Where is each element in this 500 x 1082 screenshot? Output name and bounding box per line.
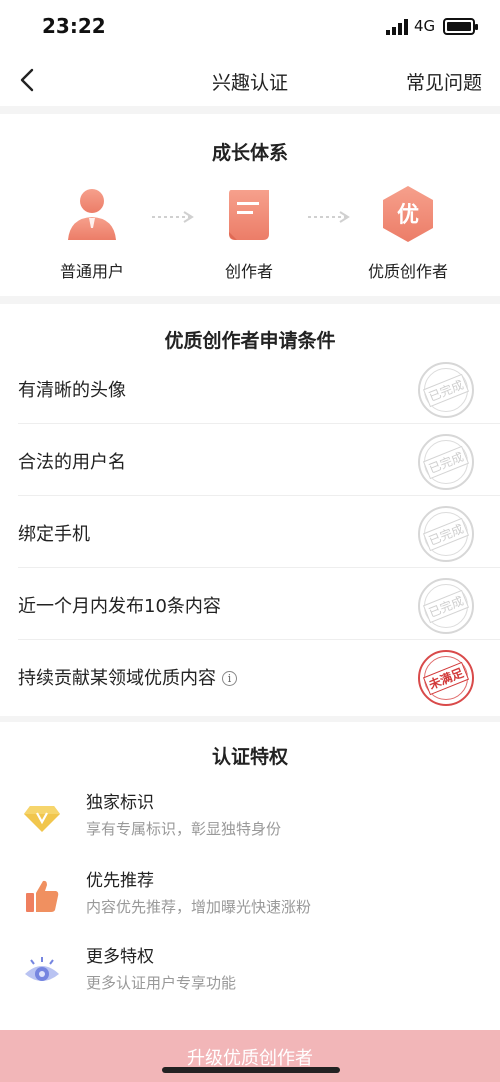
step-quality-creator: 优 优质创作者 [348,184,468,282]
growth-system-card: 成长体系 普通用户 创作者 优 优质创作者 [0,114,500,296]
privileges-title: 认证特权 [211,746,288,768]
privilege-name: 优先推荐 [86,871,154,891]
completed-stamp: 已完成 [418,362,474,418]
privilege-desc: 享有专属标识，彰显独特身份 [86,820,282,838]
completed-stamp: 已完成 [418,434,474,490]
hexagon-badge-icon: 优 [383,186,433,242]
step-label: 普通用户 [59,262,124,281]
condition-text: 持续贡献某领域优质内容 [18,668,216,689]
home-indicator [162,1067,340,1073]
battery-icon [443,18,478,35]
arrow-right-icon [308,211,350,223]
condition-row: 有清晰的头像 已完成 [0,352,500,424]
user-icon [68,189,116,240]
privileges-card: 认证特权 独家标识 享有专属标识，彰显独特身份 优先推荐 内容优先推荐，增加曝光… [0,722,500,1032]
completed-stamp: 已完成 [418,506,474,562]
conditions-title: 优质创作者申请条件 [164,330,336,352]
step-label: 创作者 [224,262,273,281]
diamond-v-icon [24,806,60,832]
privilege-desc: 更多认证用户专享功能 [86,974,237,992]
condition-label: 持续贡献某领域优质内容 i [18,664,237,690]
eye-icon [25,957,59,981]
condition-row: 持续贡献某领域优质内容 i 未满足 [0,640,500,712]
stamp-text: 已完成 [422,517,470,551]
thumbs-up-icon [26,880,59,912]
growth-title: 成长体系 [211,142,288,164]
stamp-text: 已完成 [422,445,470,479]
condition-label: 合法的用户名 [18,452,126,473]
unmet-stamp: 未满足 [418,650,474,706]
upgrade-button[interactable]: 升级优质创作者 [0,1030,500,1082]
completed-stamp: 已完成 [418,578,474,634]
privilege-item: 独家标识 享有专属标识，彰显独特身份 [0,788,500,858]
privilege-desc: 内容优先推荐，增加曝光快速涨粉 [86,898,312,916]
conditions-card: 优质创作者申请条件 有清晰的头像 已完成 合法的用户名 已完成 绑定手机 已完成… [0,304,500,716]
document-icon [229,190,269,240]
signal-icon [386,19,408,35]
privilege-name: 更多特权 [86,947,154,967]
condition-label: 绑定手机 [18,524,90,545]
step-creator: 创作者 [189,184,309,282]
status-time: 23:22 [42,14,106,38]
condition-row: 绑定手机 已完成 [0,496,500,568]
condition-label: 近一个月内发布10条内容 [18,596,221,617]
nav-bar: 兴趣认证 常见问题 [0,54,500,106]
stamp-text: 已完成 [422,589,470,623]
faq-link[interactable]: 常见问题 [406,68,482,95]
status-bar: 23:22 4G [0,0,500,54]
stamp-text: 未满足 [422,661,470,695]
condition-label: 有清晰的头像 [18,380,126,401]
privilege-item: 优先推荐 内容优先推荐，增加曝光快速涨粉 [0,866,500,936]
step-normal-user: 普通用户 [32,184,152,282]
condition-row: 近一个月内发布10条内容 已完成 [0,568,500,640]
privilege-name: 独家标识 [86,793,154,813]
network-type: 4G [414,17,436,35]
condition-row: 合法的用户名 已完成 [0,424,500,496]
badge-text: 优 [397,202,419,228]
info-icon[interactable]: i [222,671,237,686]
stamp-text: 已完成 [422,373,470,407]
step-label: 优质创作者 [367,262,448,281]
privilege-item: 更多特权 更多认证用户专享功能 [0,942,500,1012]
